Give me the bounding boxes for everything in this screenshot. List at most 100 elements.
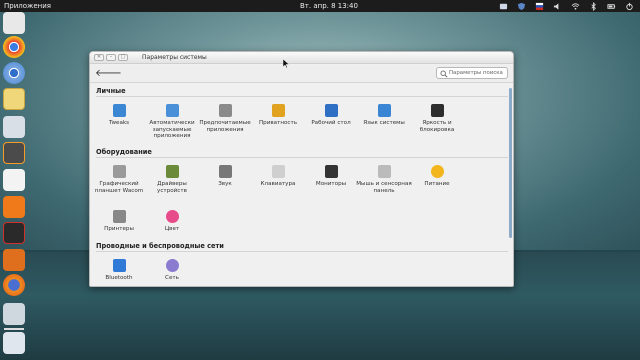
photos-icon[interactable] — [3, 249, 25, 271]
settings-item-label: Сеть — [165, 275, 179, 281]
printers-icon — [112, 210, 126, 223]
settings-item-color[interactable]: Цвет — [142, 210, 202, 233]
search-icon — [440, 70, 448, 78]
section-title: Личные — [96, 87, 126, 95]
minimize-button[interactable]: – — [106, 54, 116, 61]
drivers-icon — [165, 165, 179, 178]
workspace-switcher-icon[interactable] — [3, 332, 25, 354]
language-icon — [377, 104, 391, 117]
maximize-button[interactable]: □ — [118, 54, 128, 61]
settings-item-power-settings[interactable]: Питание — [407, 165, 467, 188]
home-folder-icon[interactable] — [3, 12, 25, 34]
titlebar[interactable]: ✕ – □ Параметры системы — [90, 52, 513, 64]
disks-icon[interactable] — [3, 116, 25, 138]
search-field[interactable] — [436, 67, 508, 79]
settings-item-label: Язык системы — [363, 120, 405, 126]
section-divider — [96, 157, 508, 158]
settings-item-label: Автоматически запускаемые приложения — [149, 120, 195, 140]
drive-icon[interactable] — [3, 303, 25, 325]
settings-content: Личные Tweaks Автоматически запускаемые пр… — [90, 84, 513, 286]
settings-item-sound[interactable]: Звук — [195, 165, 255, 188]
applications-menu[interactable]: Приложения — [4, 0, 51, 12]
mouse-cursor-icon — [283, 59, 289, 68]
settings-window: ✕ – □ Параметры системы 🡐 Личные Tweaks Ав… — [89, 51, 514, 287]
network-settings-icon — [165, 259, 179, 272]
clock[interactable]: Вт. апр. 8 13:40 — [300, 0, 358, 12]
close-button[interactable]: ✕ — [94, 54, 104, 61]
settings-item-language[interactable]: Язык системы — [354, 104, 414, 127]
privacy-icon — [271, 104, 285, 117]
settings-item-desktop[interactable]: Рабочий стол — [301, 104, 361, 127]
keyboard-icon — [271, 165, 285, 178]
chrome-icon[interactable] — [3, 36, 25, 58]
settings-item-label: Звук — [218, 181, 232, 187]
settings-item-displays[interactable]: Мониторы — [301, 165, 361, 188]
settings-item-label: Мышь и сенсорная панель — [356, 181, 412, 194]
preferred-apps-icon — [218, 104, 232, 117]
settings-item-printers[interactable]: Принтеры — [90, 210, 149, 233]
settings-item-label: Графический планшет Wacom — [94, 181, 144, 194]
settings-item-label: Tweaks — [108, 120, 130, 126]
network-icon[interactable] — [499, 2, 508, 11]
scrollbar-thumb[interactable] — [509, 88, 512, 238]
settings-item-label: Драйверы устройств — [157, 181, 187, 194]
color-icon — [165, 210, 179, 223]
wacom-icon — [112, 165, 126, 178]
firefox-icon[interactable] — [3, 274, 25, 296]
section-divider — [96, 251, 508, 252]
settings-item-label: Яркость и блокировка — [419, 120, 455, 133]
displays-icon — [324, 165, 338, 178]
dock — [0, 12, 28, 360]
flag-icon[interactable] — [535, 2, 544, 11]
search-input[interactable] — [449, 68, 506, 78]
settings-item-label: Bluetooth — [105, 275, 133, 281]
battery-icon[interactable] — [607, 2, 616, 11]
settings-item-label: Рабочий стол — [311, 120, 351, 126]
settings-item-preferred-apps[interactable]: Предпочитаемые приложения — [195, 104, 255, 133]
settings-item-label: Приватность — [258, 120, 298, 126]
sound-icon — [218, 165, 232, 178]
settings-item-keyboard[interactable]: Клавиатура — [248, 165, 308, 188]
back-button[interactable]: 🡐 — [95, 68, 122, 80]
video-icon[interactable] — [3, 222, 25, 244]
settings-item-brightness[interactable]: Яркость и блокировка — [407, 104, 467, 133]
top-panel: Приложения Вт. апр. 8 13:40 — [0, 0, 640, 12]
power-settings-icon — [430, 165, 444, 178]
scrollbar[interactable] — [509, 84, 512, 286]
settings-item-label: Мониторы — [315, 181, 347, 187]
sublime-icon[interactable] — [3, 142, 25, 164]
settings-item-privacy[interactable]: Приватность — [248, 104, 308, 127]
text-editor-icon[interactable] — [3, 169, 25, 191]
settings-item-bluetooth-settings[interactable]: Bluetooth — [90, 259, 149, 282]
settings-item-tweaks[interactable]: Tweaks — [90, 104, 149, 127]
mouse-icon — [377, 165, 391, 178]
shield-icon[interactable] — [517, 2, 526, 11]
settings-item-network-settings[interactable]: Сеть — [142, 259, 202, 282]
startup-apps-icon — [165, 104, 179, 117]
brightness-icon — [430, 104, 444, 117]
settings-item-label: Цвет — [164, 226, 180, 232]
bluetooth-settings-icon — [112, 259, 126, 272]
settings-item-label: Предпочитаемые приложения — [199, 120, 251, 133]
volume-icon[interactable] — [553, 2, 562, 11]
mail-icon[interactable] — [3, 88, 25, 110]
wifi-icon[interactable] — [571, 2, 580, 11]
bluetooth-icon[interactable] — [589, 1, 598, 11]
section-title: Оборудование — [96, 148, 152, 156]
settings-item-mouse[interactable]: Мышь и сенсорная панель — [354, 165, 414, 194]
power-icon[interactable] — [625, 2, 634, 11]
section-divider — [96, 96, 508, 97]
dock-separator — [4, 328, 24, 330]
chromium-icon[interactable] — [3, 62, 25, 84]
settings-item-startup-apps[interactable]: Автоматически запускаемые приложения — [142, 104, 202, 140]
tweaks-icon — [112, 104, 126, 117]
settings-item-label: Принтеры — [104, 226, 134, 232]
settings-item-drivers[interactable]: Драйверы устройств — [142, 165, 202, 194]
settings-item-label: Питание — [424, 181, 450, 187]
section-title: Проводные и беспроводные сети — [96, 242, 224, 250]
desktop-icon — [324, 104, 338, 117]
music-icon[interactable] — [3, 196, 25, 218]
settings-item-wacom[interactable]: Графический планшет Wacom — [90, 165, 149, 194]
settings-item-label: Клавиатура — [260, 181, 296, 187]
system-tray — [499, 0, 634, 12]
